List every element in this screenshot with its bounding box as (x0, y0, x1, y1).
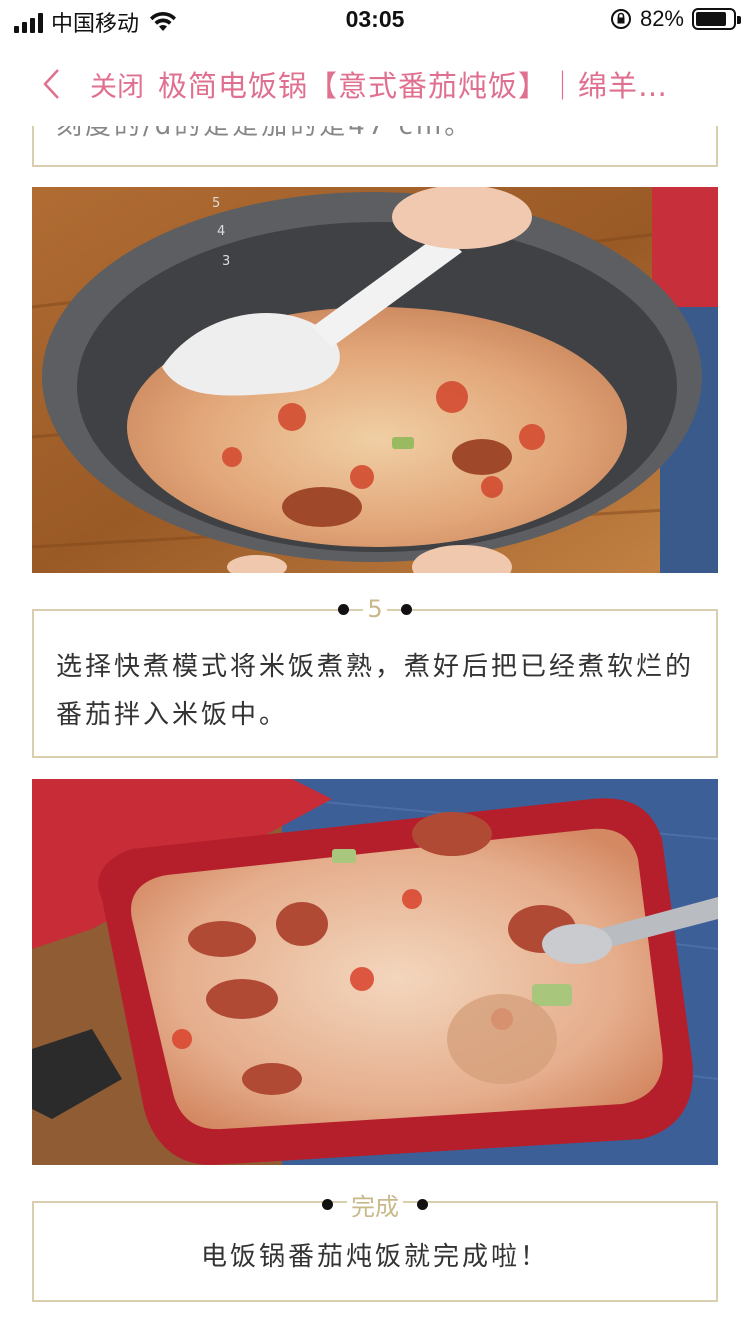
badge-dot-left (338, 603, 350, 615)
step-number: 5 (363, 595, 387, 623)
badge-dot-left (322, 1199, 333, 1210)
battery-fill (696, 12, 726, 26)
rice-cooker-image: 5 4 3 (32, 187, 718, 573)
battery-icon (692, 8, 741, 30)
battery-nub (737, 16, 741, 24)
svg-text:4: 4 (217, 224, 225, 239)
svg-text:3: 3 (222, 254, 230, 269)
app-screen: 中国移动 03:05 82% 关闭 极简电饭锅【意式番茄炖饭】｜绵羊… 刻度的/… (0, 0, 750, 1334)
status-bar: 中国移动 03:05 82% (0, 0, 750, 42)
rotation-lock-icon (610, 9, 631, 29)
page-title: 极简电饭锅【意式番茄炖饭】｜绵羊… (158, 69, 669, 103)
step-card-done: 完成 电饭锅番茄炖饭就完成啦！ (32, 1187, 718, 1302)
battery-percent: 82% (639, 6, 684, 31)
close-button[interactable]: 关闭 (90, 65, 144, 104)
done-label: 完成 (347, 1187, 403, 1222)
step-badge-5: 5 (34, 595, 716, 623)
badge-dot-right (400, 603, 412, 615)
step-photo-rice-cooker: 5 4 3 (32, 187, 718, 573)
step-text-5: 选择快煮模式将米饭煮熟，煮好后把已经煮软烂的番茄拌入米饭中。 (56, 652, 695, 730)
navigation-bar: 关闭 极简电饭锅【意式番茄炖饭】｜绵羊… (0, 42, 750, 126)
step-photo-lunchbox (32, 779, 718, 1165)
svg-text:5: 5 (212, 196, 220, 211)
status-right: 82% (610, 6, 741, 32)
badge-dot-right (417, 1199, 428, 1210)
done-text: 电饭锅番茄炖饭就完成啦！ (200, 1242, 549, 1272)
step-card-5: 5 选择快煮模式将米饭煮熟，煮好后把已经煮软烂的番茄拌入米饭中。 (32, 595, 718, 758)
step-badge-done: 完成 (34, 1187, 716, 1222)
chevron-left-icon (43, 69, 59, 99)
lunchbox-image (32, 779, 718, 1165)
back-button[interactable] (22, 42, 82, 126)
